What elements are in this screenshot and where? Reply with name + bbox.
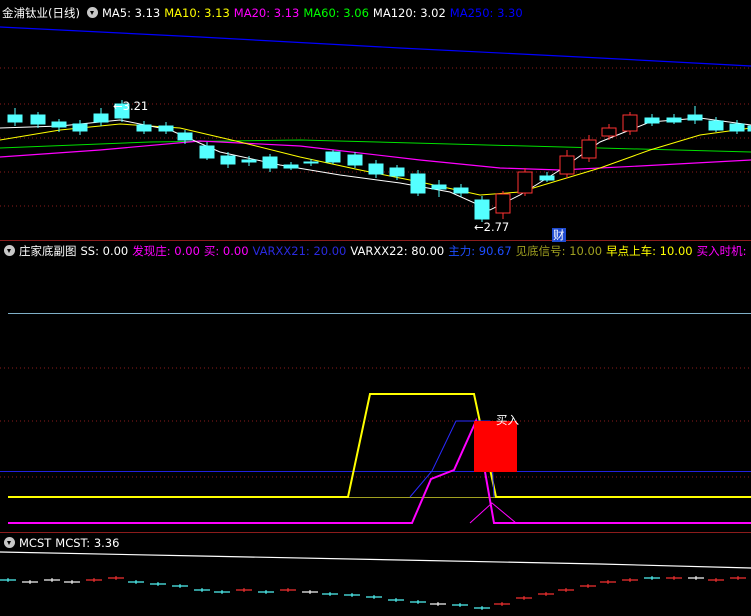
candle-body[interactable]: [177, 132, 193, 141]
mcst-line: [0, 551, 751, 569]
candle-body[interactable]: [325, 151, 341, 163]
sub-indicator-7: 早点上车: 10.00: [606, 244, 693, 258]
ma-indicator-2: MA20: 3.13: [233, 6, 300, 20]
finance-event-badge[interactable]: 财: [552, 228, 566, 242]
candle-body[interactable]: [622, 114, 638, 132]
candle-body[interactable]: [708, 120, 724, 131]
mcst-panel-header: MCST MCST: 3.36: [0, 536, 751, 550]
candle-body[interactable]: [7, 114, 23, 123]
candle-body[interactable]: [368, 163, 384, 175]
candle-body[interactable]: [93, 113, 109, 123]
candle-body[interactable]: [474, 199, 490, 220]
candle-body[interactable]: [158, 125, 174, 132]
early-boarding-line: [8, 393, 751, 498]
sub-indicator-5: 主力: 90.67: [448, 244, 512, 258]
moving-average-lines: [0, 26, 751, 211]
candle-body[interactable]: [729, 123, 745, 132]
sub-panel-title[interactable]: 庄家底副图: [19, 244, 77, 258]
candle-body[interactable]: [347, 154, 363, 166]
sub-indicator-2: 买: 0.00: [203, 244, 249, 258]
sub-indicator-list: SS: 0.00 发现庄: 0.00 买: 0.00 VARXX21: 20.00 VA…: [81, 244, 751, 258]
candlesticks[interactable]: [7, 100, 751, 222]
dropdown-icon[interactable]: [4, 245, 15, 256]
candle-body[interactable]: [410, 173, 426, 194]
candle-body[interactable]: [601, 127, 617, 137]
ma-indicator-3: MA60: 3.06: [303, 6, 369, 20]
dropdown-icon[interactable]: [86, 7, 98, 18]
mcst-indicator-list: MCST: 3.36: [55, 536, 123, 550]
ma-indicator-4: MA120: 3.02: [372, 6, 446, 20]
low-price-value: 2.77: [483, 220, 510, 234]
mcst-indicator-0: MCST: 3.36: [55, 536, 120, 550]
main-panel-header: 金浦钛业(日线) MA5: 3.13 MA10: 3.13 MA20: 3.13 MA6…: [0, 6, 751, 20]
buy-signal-label: 买入: [496, 413, 519, 427]
ma-indicator-5: MA250: 3.30: [449, 6, 523, 20]
sub-indicator-3: VARXX21: 20.00: [252, 244, 347, 258]
sub-indicator-lines: [0, 313, 751, 524]
ma-indicator-1: MA10: 3.13: [164, 6, 230, 20]
candle-body[interactable]: [30, 114, 46, 125]
candle-body[interactable]: [51, 121, 67, 128]
sub-indicator-6: 见底信号: 10.00: [515, 244, 603, 258]
sub-indicator-4: VARXX22: 80.00: [350, 244, 445, 258]
ma250-line: [0, 26, 751, 67]
candle-body[interactable]: [241, 159, 257, 163]
candle-body[interactable]: [389, 167, 405, 177]
candle-body[interactable]: [136, 124, 152, 132]
mcst-steps: [0, 551, 751, 610]
dropdown-icon[interactable]: [4, 537, 15, 548]
grid-lines: [0, 67, 751, 533]
candle-body[interactable]: [220, 155, 236, 165]
candle-body[interactable]: [559, 155, 575, 175]
candle-body[interactable]: [453, 187, 469, 194]
high-price-marker: ←3.21: [113, 99, 149, 113]
candle-body[interactable]: [581, 139, 597, 159]
candle-body[interactable]: [431, 184, 447, 190]
chart-canvas[interactable]: [0, 0, 751, 616]
period-label: (日线): [48, 6, 80, 20]
candle-body[interactable]: [517, 171, 533, 194]
ma10-line: [0, 123, 751, 196]
ma60-line: [0, 139, 751, 153]
candle-body[interactable]: [666, 117, 682, 123]
sub-indicator-1: 发现庄: 0.00: [132, 244, 200, 258]
high-price-value: 3.21: [122, 99, 149, 113]
buy-signal-block: [474, 421, 517, 472]
stock-name[interactable]: 金浦钛业: [2, 6, 48, 20]
candle-body[interactable]: [644, 117, 660, 124]
sub-indicator-0: SS: 0.00: [80, 244, 129, 258]
candle-body[interactable]: [72, 123, 88, 132]
candle-body[interactable]: [199, 145, 215, 159]
candle-body[interactable]: [262, 156, 278, 169]
ma-indicator-0: MA5: 3.13: [101, 6, 161, 20]
candle-body[interactable]: [539, 175, 555, 181]
low-price-marker: ←2.77: [474, 220, 510, 234]
mcst-panel-title[interactable]: MCST: [19, 536, 51, 550]
candle-body[interactable]: [495, 193, 511, 214]
candle-body[interactable]: [687, 114, 703, 121]
candle-body[interactable]: [303, 161, 319, 164]
sub-indicator-8: 买入时机: 10: [696, 244, 751, 258]
sub-panel-header: 庄家底副图 SS: 0.00 发现庄: 0.00 买: 0.00 VARXX21: 20…: [0, 244, 751, 258]
candle-body[interactable]: [283, 164, 299, 169]
main-indicator-list: MA5: 3.13 MA10: 3.13 MA20: 3.13 MA60: 3.06 M…: [102, 6, 527, 20]
